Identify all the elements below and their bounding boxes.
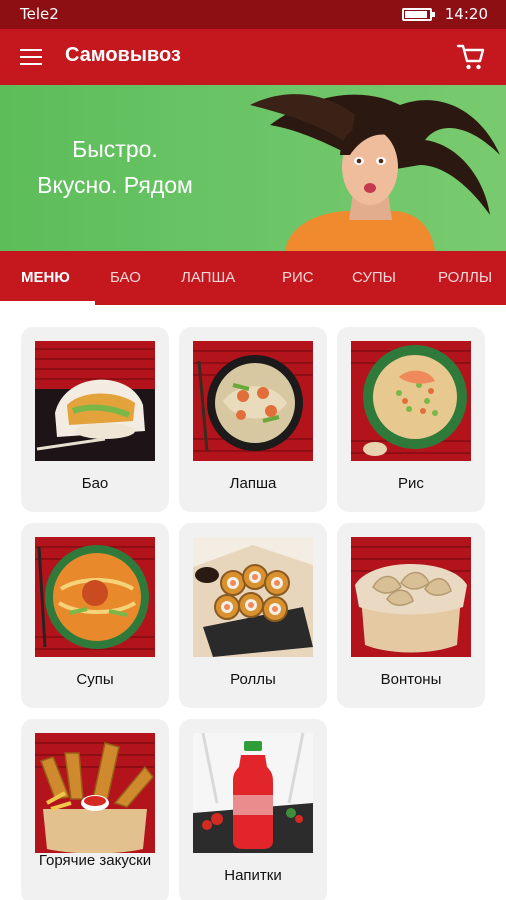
tab-menu[interactable]: МЕНЮ [21,269,70,286]
category-card-soups[interactable]: Супы [21,523,169,708]
tab-soups[interactable]: СУПЫ [352,269,396,286]
category-label: Рис [398,475,424,492]
rolls-image [193,537,313,657]
category-tabs: МЕНЮ БАО ЛАПША РИС СУПЫ РОЛЛЫ [0,251,506,305]
banner-line-2: Вкусно. Рядом [37,172,193,198]
drinks-image [193,733,313,853]
promo-banner[interactable]: Быстро. Вкусно. Рядом [0,85,506,251]
tab-rolls[interactable]: РОЛЛЫ [438,269,492,286]
category-card-drinks[interactable]: Напитки [179,719,327,900]
category-card-wontons[interactable]: Вонтоны [337,523,485,708]
banner-line-1: Быстро. [72,136,158,162]
category-label: Роллы [230,671,276,688]
noodles-image [193,341,313,461]
bao-image [35,341,155,461]
category-card-bao[interactable]: Бао [21,327,169,512]
category-label: Бао [81,475,109,492]
banner-slogan: Быстро. Вкусно. Рядом [0,131,230,203]
category-label: Супы [76,671,114,688]
soup-image [35,537,155,657]
clock: 14:20 [444,5,488,23]
page-title: Самовывоз [65,44,181,66]
battery-icon [402,8,435,21]
rice-image [351,341,471,461]
hamburger-menu-icon[interactable] [20,49,42,65]
category-card-rice[interactable]: Рис [337,327,485,512]
category-card-noodles[interactable]: Лапша [179,327,327,512]
tab-noodles[interactable]: ЛАПША [181,269,235,286]
category-card-rolls[interactable]: Роллы [179,523,327,708]
banner-woman-image [250,94,500,251]
category-label: Горячие закуски [38,852,152,869]
category-card-hot-snacks[interactable]: Горячие закуски [21,719,169,900]
wontons-image [351,537,471,657]
app-bar: Самовывоз [0,29,506,85]
hot-snacks-image [35,733,155,853]
status-bar: Tele2 14:20 [0,0,506,29]
tab-rice[interactable]: РИС [282,269,314,286]
category-label: Напитки [224,867,282,884]
carrier-name: Tele2 [20,5,59,23]
shopping-cart-icon[interactable] [456,43,486,71]
category-label: Вонтоны [380,671,442,688]
tab-bao[interactable]: БАО [110,269,141,286]
category-label: Лапша [229,475,277,492]
category-grid: Бао Лапша Рис Супы Роллы Вонтоны Горячие… [0,305,506,900]
